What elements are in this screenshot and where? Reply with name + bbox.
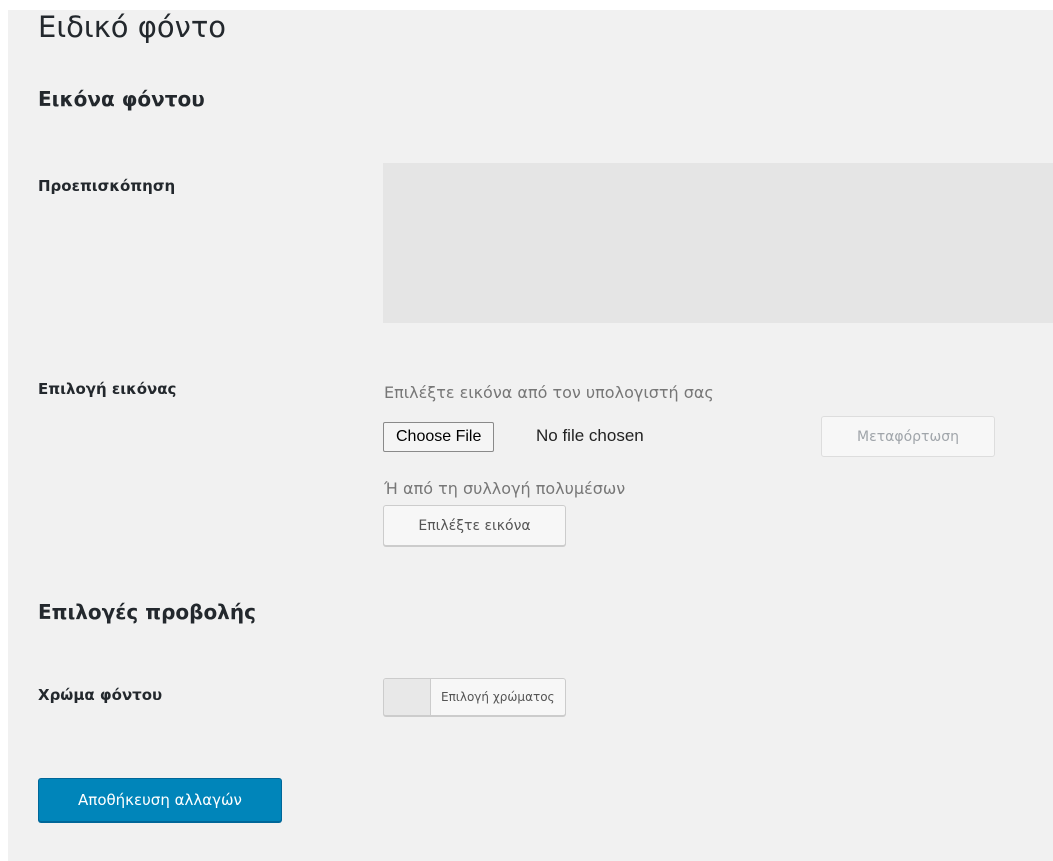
color-swatch[interactable]: [384, 679, 431, 715]
color-picker-label[interactable]: Επιλογή χρώματος: [431, 679, 565, 715]
choose-file-button[interactable]: Choose File: [383, 422, 495, 452]
background-preview: [383, 163, 1053, 323]
background-color-label: Χρώμα φόντου: [38, 686, 163, 704]
save-changes-button[interactable]: Αποθήκευση αλλαγών: [38, 778, 282, 822]
file-status-text: No file chosen: [536, 426, 644, 445]
media-library-hint: Ή από τη συλλογή πολυμέσων: [384, 479, 626, 498]
select-image-label: Επιλογή εικόνας: [38, 380, 177, 398]
choose-image-button[interactable]: Επιλέξτε εικόνα: [383, 505, 566, 546]
section-title-display-options: Επιλογές προβολής: [38, 600, 256, 624]
preview-label: Προεπισκόπηση: [38, 177, 176, 195]
upload-button[interactable]: Μεταφόρτωση: [821, 416, 995, 457]
computer-upload-hint: Επιλέξτε εικόνα από τον υπολογιστή σας: [384, 383, 714, 402]
color-picker-button[interactable]: Επιλογή χρώματος: [383, 678, 566, 716]
page-title: Ειδικό φόντο: [38, 10, 227, 44]
section-title-background-image: Εικόνα φόντου: [38, 87, 205, 111]
